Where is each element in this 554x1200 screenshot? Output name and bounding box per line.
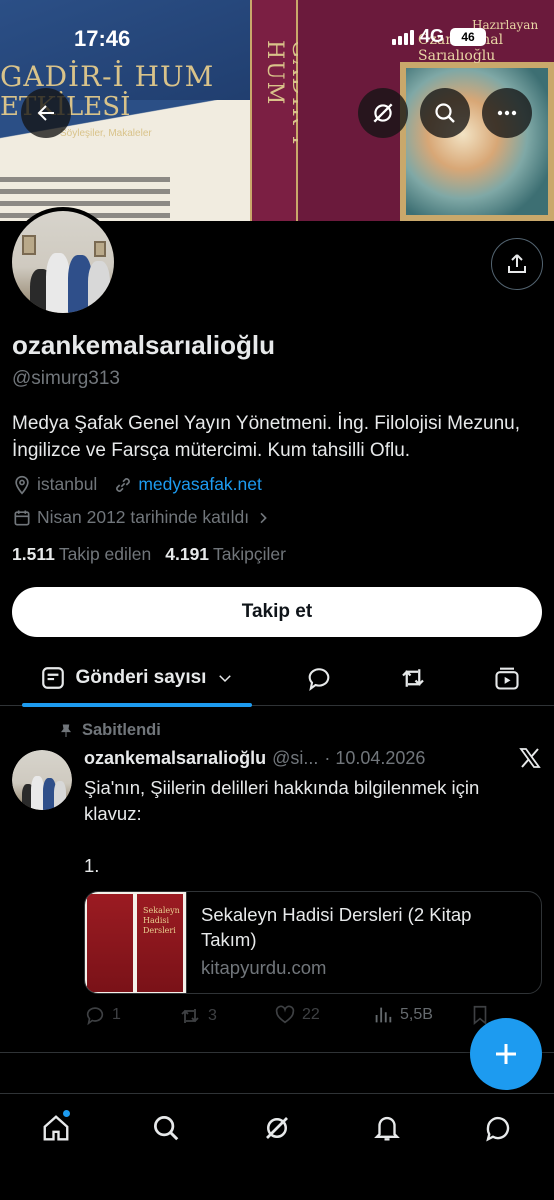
more-options-button[interactable] <box>482 88 532 138</box>
like-count: 22 <box>302 1006 320 1023</box>
calendar-icon <box>14 510 30 525</box>
tab-replies[interactable] <box>303 662 335 694</box>
repost-icon <box>402 669 424 687</box>
banner-subtitle: Söyleşiler, Makaleler <box>60 128 152 139</box>
x-logo-icon <box>518 746 542 775</box>
video-icon <box>495 667 519 690</box>
pin-icon <box>61 724 71 737</box>
profile-joined[interactable]: Nisan 2012 tarihinde katıldı <box>12 507 271 528</box>
nav-messages[interactable] <box>478 1108 518 1148</box>
views-action[interactable]: 5,5B <box>372 1004 433 1026</box>
banner-title-line1: GADİR-İ HUM <box>0 60 215 93</box>
card-title: Sekaleyn Hadisi Dersleri (2 Kitap Takım) <box>201 904 472 950</box>
reply-icon <box>308 668 330 691</box>
pinned-indicator: Sabitlendi <box>58 721 161 740</box>
profile-avatar[interactable] <box>8 207 118 317</box>
repost-action[interactable]: 3 <box>178 1004 217 1028</box>
tab-reposts[interactable] <box>397 662 429 694</box>
book-cover-title: Sekaleyn Hadisi Dersleri <box>143 906 180 935</box>
location-pin-icon <box>15 475 29 495</box>
profile-meta: istanbul medyasafak.net <box>12 474 262 495</box>
search-button[interactable] <box>420 88 470 138</box>
card-domain: kitapyurdu.com <box>201 957 327 978</box>
tab-posts-label: Gönderi sayısı <box>75 667 207 688</box>
plus-icon <box>496 1044 516 1064</box>
followers-link[interactable]: 4.191 Takipçiler <box>165 544 286 565</box>
reply-count: 1 <box>112 1006 121 1023</box>
tab-media[interactable] <box>491 662 523 694</box>
search-icon <box>154 1116 179 1141</box>
back-button[interactable] <box>21 88 71 138</box>
repost-count: 3 <box>208 1007 217 1024</box>
profile-website-link[interactable]: medyasafak.net <box>138 474 262 495</box>
profile-handle: @simurg313 <box>12 368 120 389</box>
reply-icon <box>86 1007 104 1026</box>
banner-miniature-painting <box>400 62 554 221</box>
post-header: ozankemalsarıalioğlu @si... · 10.04.2026 <box>84 748 425 769</box>
card-thumbnail: Sekaleyn Hadisi Dersleri <box>85 892 187 993</box>
like-action[interactable]: 22 <box>274 1004 320 1026</box>
more-dots-icon <box>497 110 517 116</box>
post-avatar[interactable] <box>12 750 72 810</box>
link-card[interactable]: Sekaleyn Hadisi Dersleri Sekaleyn Hadisi… <box>84 891 542 994</box>
compose-button[interactable] <box>470 1018 542 1090</box>
profile-bio: Medya Şafak Genel Yayın Yönetmeni. İng. … <box>12 413 520 461</box>
signal-icon <box>392 29 414 45</box>
status-time: 17:46 <box>74 26 131 51</box>
chevron-right-icon <box>260 512 267 523</box>
nav-notifications[interactable] <box>367 1108 407 1148</box>
post-date[interactable]: · 10.04.2026 <box>324 748 425 769</box>
search-icon <box>435 103 455 123</box>
post-author-handle[interactable]: @si... <box>272 748 318 769</box>
repost-icon <box>181 1009 199 1023</box>
heart-icon <box>275 1005 295 1024</box>
profile-name: ozankemalsarıalioğlu <box>12 330 275 360</box>
nav-home[interactable] <box>36 1108 76 1148</box>
status-indicators: 4G 46 <box>392 26 487 47</box>
joined-text: Nisan 2012 tarihinde katıldı <box>37 507 250 527</box>
posts-icon <box>41 667 64 689</box>
arrow-left-icon <box>37 105 54 121</box>
bottom-navigation <box>0 1093 554 1200</box>
follow-stats: 1.511 Takip edilen 4.191 Takipçiler <box>12 544 286 565</box>
network-type: 4G <box>420 26 445 46</box>
pinned-label: Sabitlendi <box>82 721 161 739</box>
home-icon <box>43 1115 69 1141</box>
grok-button[interactable] <box>358 88 408 138</box>
profile-tabs: Gönderi sayısı <box>0 650 554 707</box>
grok-icon <box>373 103 393 123</box>
home-notification-dot <box>63 1110 70 1117</box>
bell-icon <box>374 1116 400 1141</box>
profile-location: istanbul <box>37 474 98 494</box>
reply-action[interactable]: 1 <box>84 1004 121 1026</box>
follow-button[interactable]: Takip et <box>12 587 542 637</box>
tab-posts[interactable]: Gönderi sayısı <box>22 650 252 707</box>
nav-search[interactable] <box>146 1108 186 1148</box>
post-author-name[interactable]: ozankemalsarıalioğlu <box>84 748 266 769</box>
view-count: 5,5B <box>400 1006 433 1023</box>
chevron-down-icon <box>219 675 232 683</box>
following-link[interactable]: 1.511 Takip edilen <box>12 544 151 565</box>
link-icon <box>116 477 131 492</box>
chat-icon <box>486 1116 510 1142</box>
nav-grok[interactable] <box>257 1108 297 1148</box>
post-actions: 1 3 22 5,5B <box>84 1004 542 1030</box>
post-text: Şia'nın, Şiilerin delilleri hakkında bil… <box>84 777 480 876</box>
views-icon <box>375 1007 392 1023</box>
battery-icon: 46 <box>450 27 487 46</box>
share-icon <box>508 254 526 273</box>
grok-icon <box>266 1117 288 1139</box>
share-button[interactable] <box>491 238 543 290</box>
